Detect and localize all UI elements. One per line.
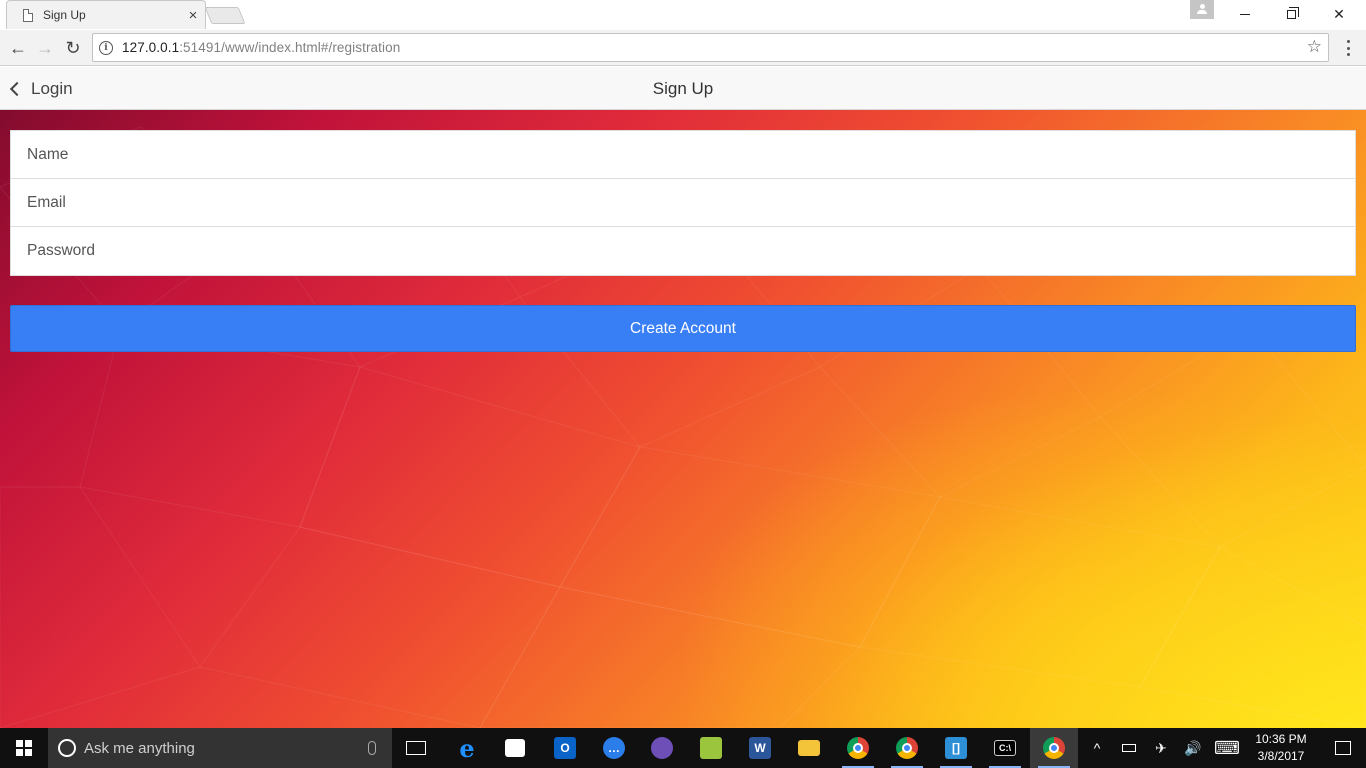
project-taskbar-button[interactable] bbox=[687, 728, 735, 768]
clock-time: 10:36 PM bbox=[1255, 732, 1307, 746]
github-taskbar-button[interactable] bbox=[638, 728, 686, 768]
minimize-button[interactable] bbox=[1222, 0, 1268, 28]
new-tab-button[interactable] bbox=[204, 7, 246, 24]
url-host: 127.0.0.1 bbox=[122, 40, 180, 55]
create-account-button[interactable]: Create Account bbox=[10, 305, 1356, 352]
word-taskbar-button[interactable]: W bbox=[736, 728, 784, 768]
airplane-mode-icon[interactable]: ✈ bbox=[1148, 728, 1174, 768]
browser-toolbar: ← → ↻ i 127.0.0.1:51491/www/index.html#/… bbox=[0, 30, 1366, 66]
password-item bbox=[11, 227, 1355, 275]
restore-button[interactable] bbox=[1268, 0, 1314, 28]
chrome-icon bbox=[847, 737, 869, 759]
app-header: Login Sign Up bbox=[0, 67, 1366, 110]
chrome-taskbar-button-active[interactable] bbox=[1030, 728, 1078, 768]
app-icon: [] bbox=[945, 737, 967, 759]
store-taskbar-button[interactable] bbox=[491, 728, 539, 768]
chrome-taskbar-button-2[interactable] bbox=[883, 728, 931, 768]
info-icon[interactable]: i bbox=[99, 40, 113, 55]
volume-icon[interactable]: 🔊 bbox=[1180, 728, 1206, 768]
cortana-search-box[interactable]: Ask me anything bbox=[48, 728, 392, 768]
project-icon bbox=[700, 737, 722, 759]
url-path: :51491/www/index.html#/registration bbox=[179, 40, 401, 55]
chrome-icon bbox=[1043, 737, 1065, 759]
folder-icon bbox=[798, 740, 820, 756]
terminal-icon: C:\ bbox=[994, 740, 1016, 756]
action-center-button[interactable] bbox=[1320, 728, 1366, 768]
page-title: Sign Up bbox=[652, 79, 714, 98]
edge-icon: e bbox=[459, 733, 475, 763]
url-text: 127.0.0.1:51491/www/index.html#/registra… bbox=[122, 40, 400, 55]
bookmark-star-icon[interactable]: ☆ bbox=[1307, 37, 1322, 57]
messaging-taskbar-button[interactable]: … bbox=[590, 728, 638, 768]
github-icon bbox=[651, 737, 673, 759]
chat-icon: … bbox=[603, 737, 625, 759]
file-explorer-taskbar-button[interactable] bbox=[785, 728, 833, 768]
tab-title: Sign Up bbox=[43, 8, 86, 22]
document-icon bbox=[23, 8, 33, 22]
name-input[interactable] bbox=[27, 131, 1355, 178]
clock-date: 3/8/2017 bbox=[1257, 749, 1305, 763]
browser-titlebar: Sign Up × ✕ bbox=[0, 0, 1366, 30]
forward-arrow-icon[interactable]: → bbox=[33, 36, 57, 60]
clock[interactable]: 10:36 PM 3/8/2017 bbox=[1245, 731, 1317, 765]
cortana-icon bbox=[58, 739, 76, 757]
terminal-taskbar-button[interactable]: C:\ bbox=[981, 728, 1029, 768]
address-bar[interactable]: i 127.0.0.1:51491/www/index.html#/regist… bbox=[92, 33, 1329, 62]
taskbar: Ask me anything e O … W [] C:\ ^ ✈ 🔊 ⌨ 1… bbox=[0, 728, 1366, 768]
password-input[interactable] bbox=[27, 227, 1355, 275]
edge-taskbar-button[interactable]: e bbox=[443, 728, 491, 768]
back-arrow-icon[interactable]: ← bbox=[6, 36, 30, 60]
back-label: Login bbox=[31, 78, 73, 98]
browser-tab[interactable]: Sign Up × bbox=[6, 0, 206, 29]
chrome-icon bbox=[896, 737, 918, 759]
reload-icon[interactable]: ↻ bbox=[61, 36, 85, 60]
window-close-button[interactable]: ✕ bbox=[1316, 0, 1362, 28]
back-to-login-button[interactable]: Login bbox=[8, 67, 73, 110]
word-icon: W bbox=[749, 737, 771, 759]
email-item bbox=[11, 179, 1355, 227]
page-viewport: Login Sign Up Create Account bbox=[0, 67, 1366, 728]
search-placeholder: Ask me anything bbox=[84, 739, 195, 757]
store-icon bbox=[505, 739, 525, 757]
profile-icon[interactable] bbox=[1190, 0, 1214, 19]
name-item bbox=[11, 131, 1355, 179]
windows-logo-icon bbox=[16, 740, 32, 756]
keyboard-icon[interactable]: ⌨ bbox=[1212, 728, 1242, 768]
chrome-taskbar-button-1[interactable] bbox=[834, 728, 882, 768]
task-view-button[interactable] bbox=[392, 728, 440, 768]
email-input[interactable] bbox=[27, 179, 1355, 226]
outlook-icon: O bbox=[554, 737, 576, 759]
app-taskbar-button[interactable]: [] bbox=[932, 728, 980, 768]
browser-menu-icon[interactable] bbox=[1340, 38, 1356, 58]
chevron-left-icon bbox=[9, 81, 25, 96]
outlook-taskbar-button[interactable]: O bbox=[541, 728, 589, 768]
task-view-icon bbox=[406, 741, 426, 755]
show-hidden-icons[interactable]: ^ bbox=[1084, 728, 1110, 768]
minimize-icon bbox=[1240, 13, 1250, 15]
notification-icon bbox=[1335, 741, 1351, 755]
signup-form bbox=[10, 130, 1356, 276]
battery-icon[interactable] bbox=[1116, 728, 1142, 768]
microphone-icon[interactable] bbox=[368, 741, 376, 755]
restore-icon bbox=[1286, 6, 1299, 19]
tab-close-button[interactable]: × bbox=[181, 7, 205, 24]
start-button[interactable] bbox=[0, 728, 48, 768]
